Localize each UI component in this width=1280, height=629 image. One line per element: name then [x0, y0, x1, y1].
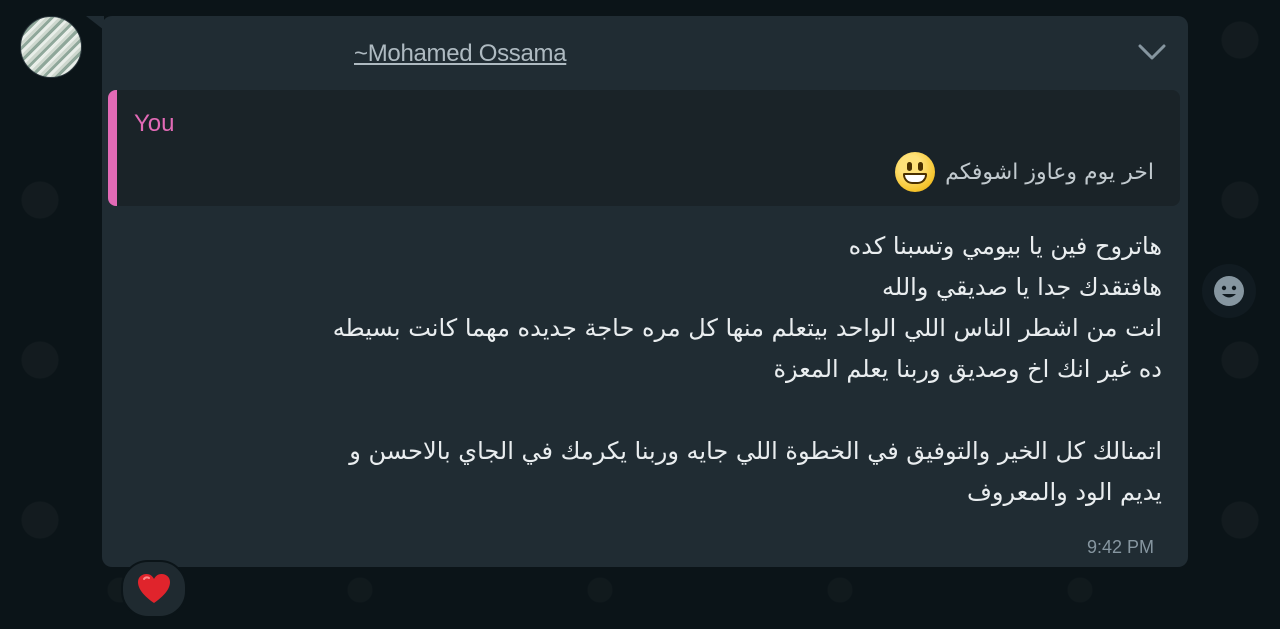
sender-avatar[interactable]: [20, 16, 82, 78]
message-line: يديم الود والمعروف: [967, 478, 1162, 506]
message-line: اتمنالك كل الخير والتوفيق في الخطوة اللي…: [349, 437, 1162, 465]
message-line: [122, 390, 1162, 431]
reaction-badge[interactable]: [121, 560, 187, 618]
chevron-down-icon[interactable]: [1136, 36, 1168, 68]
react-button[interactable]: [1202, 264, 1256, 318]
red-heart-icon: [138, 574, 170, 603]
message-line: ده غير انك اخ وصديق وربنا يعلم المعزة: [773, 355, 1162, 383]
message-line: انت من اشطر الناس اللي الواحد بيتعلم منه…: [332, 314, 1162, 342]
message-line: هافتقدك جدا يا صديقي والله: [882, 273, 1162, 301]
message-line: هاتروح فين يا بيومي وتسبنا كده: [848, 232, 1162, 260]
smiling-face-icon: [895, 152, 936, 192]
message-timestamp: 9:42 PM: [1087, 537, 1155, 557]
message-text: هاتروح فين يا بيومي وتسبنا كده هافتقدك ج…: [122, 226, 1162, 513]
emoji-icon: [1214, 276, 1244, 306]
quote-accent-bar: [108, 90, 117, 206]
quote-text: اخر يوم وعاوز اشوفكم: [945, 159, 1154, 185]
sender-name[interactable]: ~Mohamed Ossama: [354, 40, 567, 68]
quote-author: You: [134, 110, 175, 137]
quote-text-row: اخر يوم وعاوز اشوفكم: [895, 152, 1154, 192]
quoted-message[interactable]: You اخر يوم وعاوز اشوفكم: [108, 90, 1180, 206]
